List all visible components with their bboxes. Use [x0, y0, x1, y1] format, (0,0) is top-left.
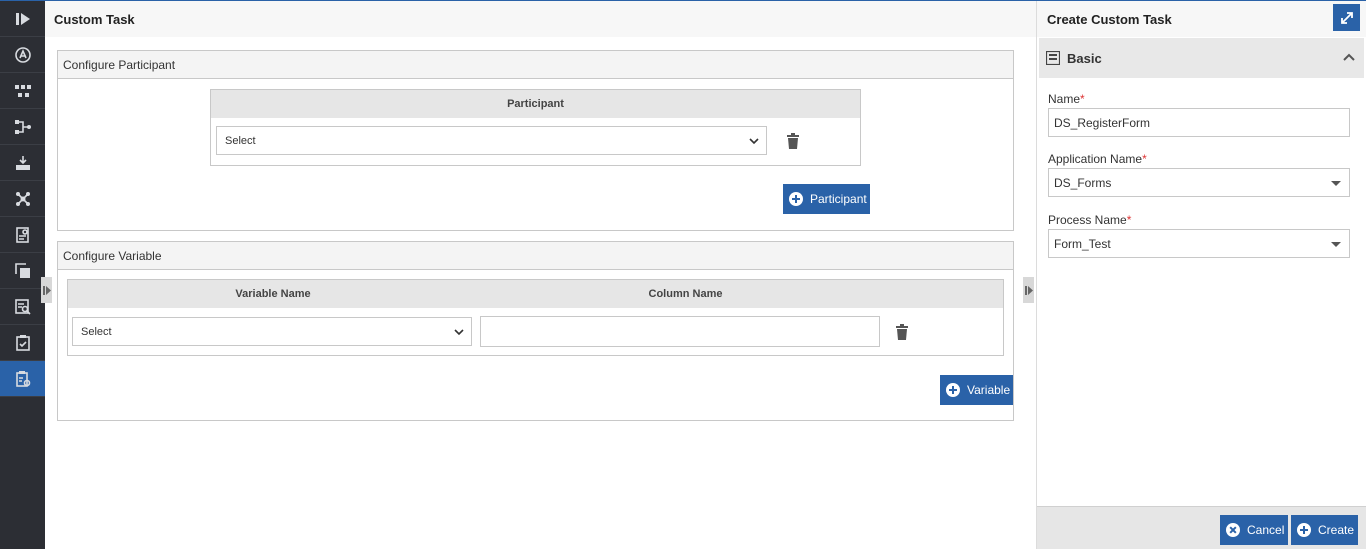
- required-mark: *: [1080, 92, 1085, 106]
- expand-arrows-icon: [1340, 11, 1353, 24]
- column-header-column-name: Column Name: [648, 288, 723, 300]
- process-flow-icon: [14, 84, 31, 97]
- play-logo-icon: [15, 12, 30, 25]
- basic-section-header[interactable]: Basic: [1039, 38, 1364, 78]
- sidebar-item-process[interactable]: [0, 73, 45, 109]
- variable-name-select[interactable]: Select: [72, 317, 472, 346]
- name-input[interactable]: DS_RegisterForm: [1048, 108, 1350, 137]
- configure-variable-panel: Configure Variable Variable Name Column …: [57, 241, 1014, 421]
- process-name-label: Process Name*: [1048, 213, 1132, 227]
- left-collapse-handle[interactable]: [41, 277, 52, 303]
- task-settings-icon: [15, 370, 30, 387]
- download-tray-icon: [15, 155, 30, 170]
- participant-grid: Participant Select: [210, 89, 861, 166]
- add-variable-button[interactable]: Variable: [940, 375, 1013, 405]
- expand-arrow-icon: [42, 285, 51, 295]
- chevron-down-icon: [749, 138, 759, 145]
- create-button[interactable]: Create: [1291, 515, 1358, 545]
- expand-button[interactable]: [1333, 4, 1360, 31]
- required-mark: *: [1126, 213, 1132, 227]
- close-circle-icon: [1226, 523, 1240, 537]
- sidebar-item-reports[interactable]: [0, 289, 45, 325]
- sidebar-item-layers[interactable]: [0, 253, 45, 289]
- select-value: Select: [225, 134, 256, 147]
- plus-circle-icon: [789, 192, 803, 206]
- page-title: Custom Task: [45, 1, 1036, 37]
- plus-circle-icon: [946, 383, 960, 397]
- panel-title-text: Create Custom Task: [1047, 11, 1172, 27]
- name-label: Name*: [1048, 92, 1085, 106]
- sidebar-item-network[interactable]: [0, 181, 45, 217]
- expand-arrow-icon: [1024, 285, 1033, 295]
- sidebar-item-download[interactable]: [0, 145, 45, 181]
- variable-grid-header: Variable Name Column Name: [68, 280, 1003, 308]
- chevron-up-icon: [1343, 53, 1355, 61]
- column-name-input[interactable]: [480, 316, 880, 347]
- application-name-label: Application Name*: [1048, 152, 1147, 166]
- sidebar-item-custom-task[interactable]: [0, 361, 45, 397]
- layers-icon: [14, 262, 30, 278]
- chevron-down-icon: [454, 329, 464, 336]
- sidebar-item-forms[interactable]: [0, 217, 45, 253]
- create-custom-task-panel: Create Custom Task Basic Name* DS_Regist…: [1036, 1, 1366, 549]
- trash-icon[interactable]: [786, 133, 800, 149]
- button-label: Participant: [810, 192, 867, 206]
- section-title: Basic: [1067, 50, 1102, 66]
- checklist-icon: [15, 334, 30, 351]
- panel-title: Configure Participant: [58, 51, 1013, 79]
- cancel-button[interactable]: Cancel: [1220, 515, 1288, 545]
- variable-grid: Variable Name Column Name Select: [67, 279, 1004, 356]
- panel-title: Create Custom Task: [1037, 1, 1366, 37]
- application-name-select[interactable]: DS_Forms: [1048, 168, 1350, 197]
- sidebar-item-checklist[interactable]: [0, 325, 45, 361]
- process-name-select[interactable]: Form_Test: [1048, 229, 1350, 258]
- workflow-branch-icon: [14, 119, 31, 134]
- plus-circle-icon: [1297, 523, 1311, 537]
- button-label: Variable: [967, 383, 1011, 397]
- participant-select[interactable]: Select: [216, 126, 767, 155]
- form-settings-icon: [15, 226, 29, 243]
- add-participant-button[interactable]: Participant: [783, 184, 870, 214]
- trash-icon[interactable]: [895, 324, 909, 340]
- select-value: Select: [81, 325, 112, 338]
- search-report-icon: [14, 298, 31, 315]
- column-header-variable-name: Variable Name: [235, 288, 311, 300]
- column-header-participant: Participant: [211, 90, 860, 118]
- form-list-icon: [1046, 51, 1060, 65]
- sidebar-item-workflow[interactable]: [0, 109, 45, 145]
- sidebar-item-apps[interactable]: [0, 37, 45, 73]
- right-collapse-handle[interactable]: [1023, 277, 1034, 303]
- app-circle-icon: [14, 46, 31, 63]
- caret-down-icon: [1331, 181, 1341, 186]
- required-mark: *: [1142, 152, 1147, 166]
- caret-down-icon: [1331, 242, 1341, 247]
- button-label: Create: [1318, 523, 1355, 537]
- panel-title: Configure Variable: [58, 242, 1013, 270]
- button-label: Cancel: [1247, 523, 1285, 537]
- network-nodes-icon: [15, 191, 30, 206]
- main-content: Custom Task Configure Participant Partic…: [41, 1, 1036, 549]
- panel-footer: Cancel Create: [1037, 506, 1366, 549]
- sidebar-item-home[interactable]: [0, 1, 45, 37]
- configure-participant-panel: Configure Participant Participant Select…: [57, 50, 1014, 231]
- left-sidebar: [0, 1, 45, 549]
